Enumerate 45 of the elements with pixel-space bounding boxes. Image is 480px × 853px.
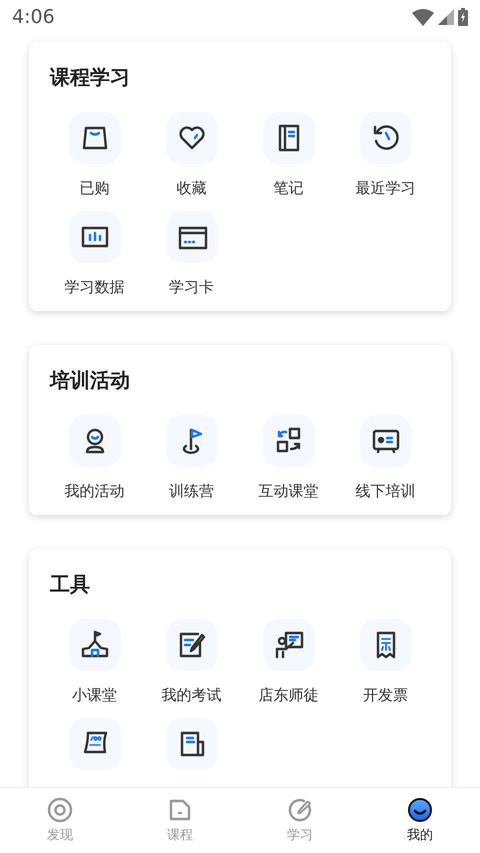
- shortcut-tile[interactable]: [262, 619, 314, 671]
- section-title: 课程学习: [50, 64, 130, 91]
- signal-icon: [438, 9, 454, 25]
- battery-icon: [458, 8, 468, 26]
- shortcut-label: 开发票: [363, 685, 408, 705]
- shortcut-label: 我的活动: [64, 481, 124, 501]
- document-icon: [167, 797, 193, 823]
- section-title: 培训活动: [50, 367, 130, 394]
- shortcut-label: 最近学习: [356, 178, 416, 198]
- shortcut-label: 已购: [80, 178, 110, 198]
- tab-item[interactable]: 课程: [167, 788, 193, 853]
- shortcut-tile[interactable]: [68, 415, 120, 467]
- shortcut-label: 互动课堂: [258, 481, 318, 501]
- shortcut-tile[interactable]: [68, 112, 120, 164]
- target-icon: [47, 797, 73, 823]
- shortcut-label: 笔记: [274, 178, 304, 198]
- wifi-icon: [412, 8, 434, 26]
- shortcut-tile[interactable]: [166, 211, 218, 263]
- section-title: 工具: [50, 571, 90, 598]
- tab-item[interactable]: 我的: [407, 788, 433, 853]
- shortcut-tile[interactable]: [68, 619, 120, 671]
- shortcut-label: 收藏: [176, 178, 206, 198]
- shortcut-tile[interactable]: [166, 112, 218, 164]
- shortcut-label: 训练营: [169, 481, 214, 501]
- shortcut-label: 店东师徒: [258, 685, 318, 705]
- shortcut-tile[interactable]: [360, 619, 412, 671]
- shortcut-tile[interactable]: [166, 619, 218, 671]
- shortcut-tile[interactable]: [262, 112, 314, 164]
- profile-icon: [407, 797, 433, 823]
- shortcut-label: 我的考试: [162, 685, 222, 705]
- tab-item[interactable]: 发现: [47, 788, 73, 853]
- shortcut-label: 学习数据: [64, 277, 124, 297]
- shortcut-label: 小课堂: [72, 685, 117, 705]
- shortcut-tile[interactable]: [68, 718, 120, 770]
- shortcut-tile[interactable]: [360, 415, 412, 467]
- tab-item[interactable]: 学习: [287, 788, 313, 853]
- shortcut-tile[interactable]: [166, 718, 218, 770]
- shortcut-tile[interactable]: [68, 211, 120, 263]
- status-time: 4:06: [12, 4, 55, 30]
- shortcut-label: 线下培训: [356, 481, 416, 501]
- shortcut-tile[interactable]: [262, 415, 314, 467]
- pencil-icon: [287, 797, 313, 823]
- shortcut-tile[interactable]: [360, 112, 412, 164]
- shortcut-tile[interactable]: [166, 415, 218, 467]
- shortcut-label: 学习卡: [169, 277, 214, 297]
